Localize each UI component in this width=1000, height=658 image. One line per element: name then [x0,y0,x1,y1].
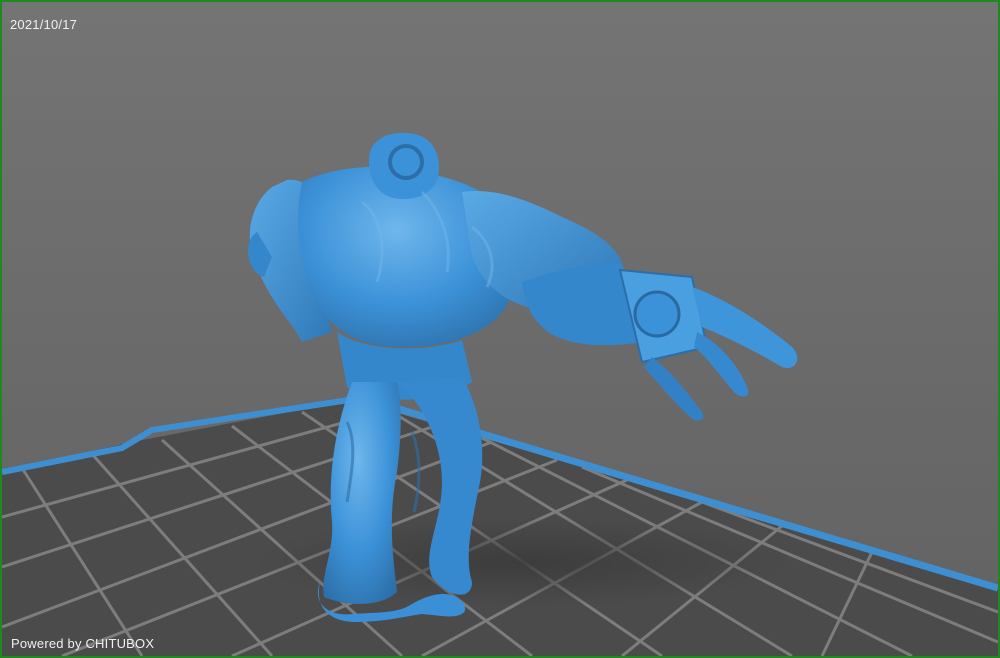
model-claw-emblem [633,290,681,338]
model-head [369,132,439,200]
3d-viewport[interactable]: 2021/10/17 Powered by CHITUBOX [0,0,1000,658]
build-plate-scene[interactable] [2,2,998,656]
watermark-label: Powered by CHITUBOX [11,636,155,651]
date-label: 2021/10/17 [10,17,78,32]
